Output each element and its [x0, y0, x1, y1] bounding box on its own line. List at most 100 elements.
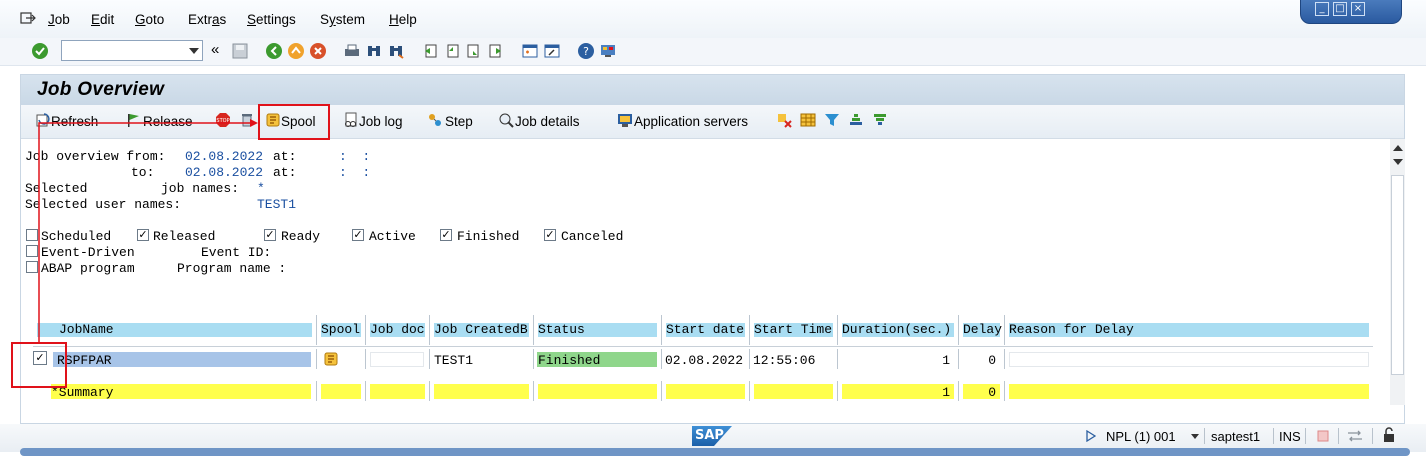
job-names-label: job names: [161, 181, 240, 196]
stop-icon[interactable]: STOP [215, 112, 231, 128]
cell-start-time: 12:55:06 [750, 349, 838, 369]
filter-icon[interactable] [824, 112, 840, 128]
minimize-icon[interactable]: _ [1315, 2, 1329, 16]
command-field[interactable] [61, 40, 203, 61]
print-icon[interactable] [343, 42, 361, 60]
application-servers-button[interactable]: Application servers [634, 114, 748, 129]
scroll-thumb[interactable] [1391, 175, 1404, 375]
menu-job[interactable]: Job [48, 12, 70, 27]
job-names-value: * [257, 181, 265, 196]
shortcut-icon[interactable] [543, 42, 561, 60]
released-checkbox[interactable]: ✓ [137, 229, 149, 241]
column-header-start-date[interactable]: Start date [662, 315, 750, 345]
column-header-duration[interactable]: Duration(sec.) [838, 315, 959, 345]
collapse-icon[interactable]: « [211, 41, 219, 58]
sort-icon[interactable] [776, 112, 792, 128]
play-icon[interactable] [1086, 430, 1096, 442]
event-driven-label: Event-Driven [41, 245, 135, 260]
ready-checkbox[interactable]: ✓ [264, 229, 276, 241]
summary-row: *Summary [33, 381, 317, 401]
job-details-icon[interactable] [498, 112, 514, 128]
spool-highlight-box [258, 104, 330, 140]
event-driven-checkbox[interactable] [26, 245, 38, 257]
scheduled-checkbox[interactable] [26, 229, 38, 241]
menu-settings[interactable]: Settings [247, 12, 296, 27]
step-button[interactable]: Step [445, 114, 473, 129]
system-menu-icon[interactable] [20, 11, 36, 25]
bottom-frame [20, 448, 1410, 456]
first-page-icon[interactable] [421, 42, 439, 60]
vertical-scrollbar[interactable] [1390, 139, 1405, 405]
system-dropdown-icon[interactable] [1191, 434, 1199, 439]
find-icon[interactable] [365, 42, 383, 60]
cell-spool [317, 349, 366, 369]
spool-icon[interactable] [323, 351, 339, 367]
menu-edit[interactable]: Edit [91, 12, 114, 27]
svg-text:STOP: STOP [216, 118, 229, 124]
job-overview-panel: Job Overview Refresh Release STOP Spool … [20, 74, 1405, 424]
column-header-spool[interactable]: Spool [317, 315, 366, 345]
exit-icon[interactable] [287, 42, 305, 60]
sort-ascending-icon[interactable] [848, 112, 864, 128]
column-header-delay[interactable]: Delay [959, 315, 1005, 345]
finished-label: Finished [457, 229, 520, 244]
help-icon[interactable]: ? [577, 42, 595, 60]
maximize-icon[interactable]: □ [1333, 2, 1347, 16]
scroll-up-icon[interactable] [1393, 145, 1403, 151]
column-header-job-doc[interactable]: Job doc [366, 315, 430, 345]
abap-program-label: ABAP program [41, 261, 135, 276]
table-row[interactable]: RSPFPAR [51, 349, 317, 369]
to-date: 02.08.2022 [185, 165, 264, 180]
canceled-checkbox[interactable]: ✓ [544, 229, 556, 241]
finished-checkbox[interactable]: ✓ [440, 229, 452, 241]
enter-icon[interactable] [31, 42, 49, 60]
menu-bar: Job Edit Goto Extras Settings System Hel… [0, 0, 1426, 38]
previous-page-icon[interactable] [443, 42, 461, 60]
release-button[interactable]: Release [143, 114, 193, 129]
find-next-icon[interactable] [387, 42, 405, 60]
menu-extras[interactable]: Extras [188, 12, 226, 27]
svg-text:?: ? [583, 45, 589, 58]
scroll-down-icon[interactable] [1393, 159, 1403, 165]
active-checkbox[interactable]: ✓ [352, 229, 364, 241]
step-icon[interactable] [427, 112, 443, 128]
column-header-start-time[interactable]: Start Time [750, 315, 838, 345]
chevron-down-icon[interactable] [189, 48, 199, 54]
from-date: 02.08.2022 [185, 149, 264, 164]
page-title: Job Overview [37, 79, 165, 100]
last-page-icon[interactable] [487, 42, 505, 60]
close-icon[interactable]: × [1351, 2, 1365, 16]
delete-icon[interactable] [239, 112, 255, 128]
to-time: : : [339, 165, 371, 180]
job-log-icon[interactable] [343, 112, 359, 128]
release-icon[interactable] [125, 112, 141, 128]
next-page-icon[interactable] [465, 42, 483, 60]
lock-icon[interactable] [1381, 427, 1397, 443]
menu-system[interactable]: System [320, 12, 365, 27]
job-details-button[interactable]: Job details [515, 114, 580, 129]
back-icon[interactable] [265, 42, 283, 60]
overview-from-label: Job overview from: [25, 149, 166, 164]
layout-grid-icon[interactable] [800, 112, 816, 128]
user-names-label: Selected user names: [25, 197, 182, 212]
cancel-icon[interactable] [309, 42, 327, 60]
job-log-button[interactable]: Job log [359, 114, 403, 129]
scheduled-label: Scheduled [41, 229, 112, 244]
column-header-reason-for-delay[interactable]: Reason for Delay [1005, 315, 1373, 345]
customize-layout-icon[interactable] [599, 42, 617, 60]
menu-goto[interactable]: Goto [135, 12, 164, 27]
column-header-jobname[interactable]: JobName [33, 315, 317, 345]
refresh-icon[interactable] [35, 112, 51, 128]
menu-help[interactable]: Help [389, 12, 417, 27]
create-session-icon[interactable] [521, 42, 539, 60]
cell-delay: 0 [959, 349, 1005, 369]
released-label: Released [153, 229, 216, 244]
application-servers-icon[interactable] [617, 112, 633, 128]
column-header-job-created-by[interactable]: Job CreatedB [430, 315, 534, 345]
save-icon[interactable] [231, 42, 249, 60]
cell-reason [1005, 349, 1373, 369]
abap-program-checkbox[interactable] [26, 261, 38, 273]
column-header-status[interactable]: Status [534, 315, 662, 345]
sort-descending-icon[interactable] [872, 112, 888, 128]
refresh-button[interactable]: Refresh [51, 114, 98, 129]
